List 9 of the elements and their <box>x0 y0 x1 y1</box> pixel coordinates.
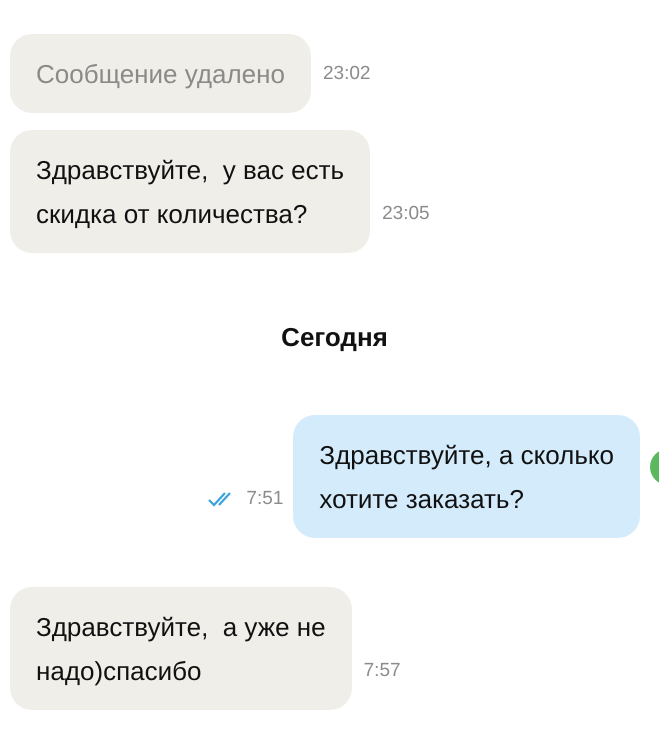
message-time: 7:57 <box>364 660 401 682</box>
message-time: 23:05 <box>382 203 430 225</box>
message-bubble: Здравствуйте, а уже не надо)спасибо <box>10 587 352 710</box>
message-time: 23:02 <box>322 63 370 85</box>
message-time: 7:51 <box>246 488 284 510</box>
message-bubble: Здравствуйте, а сколько хотите заказать? <box>293 415 640 538</box>
message-bubble: Здравствуйте, у вас есть скидка от количества? <box>10 130 370 253</box>
deleted-message-bubble: Сообщение удалено <box>10 34 311 113</box>
date-divider: Сегодня <box>281 322 388 353</box>
